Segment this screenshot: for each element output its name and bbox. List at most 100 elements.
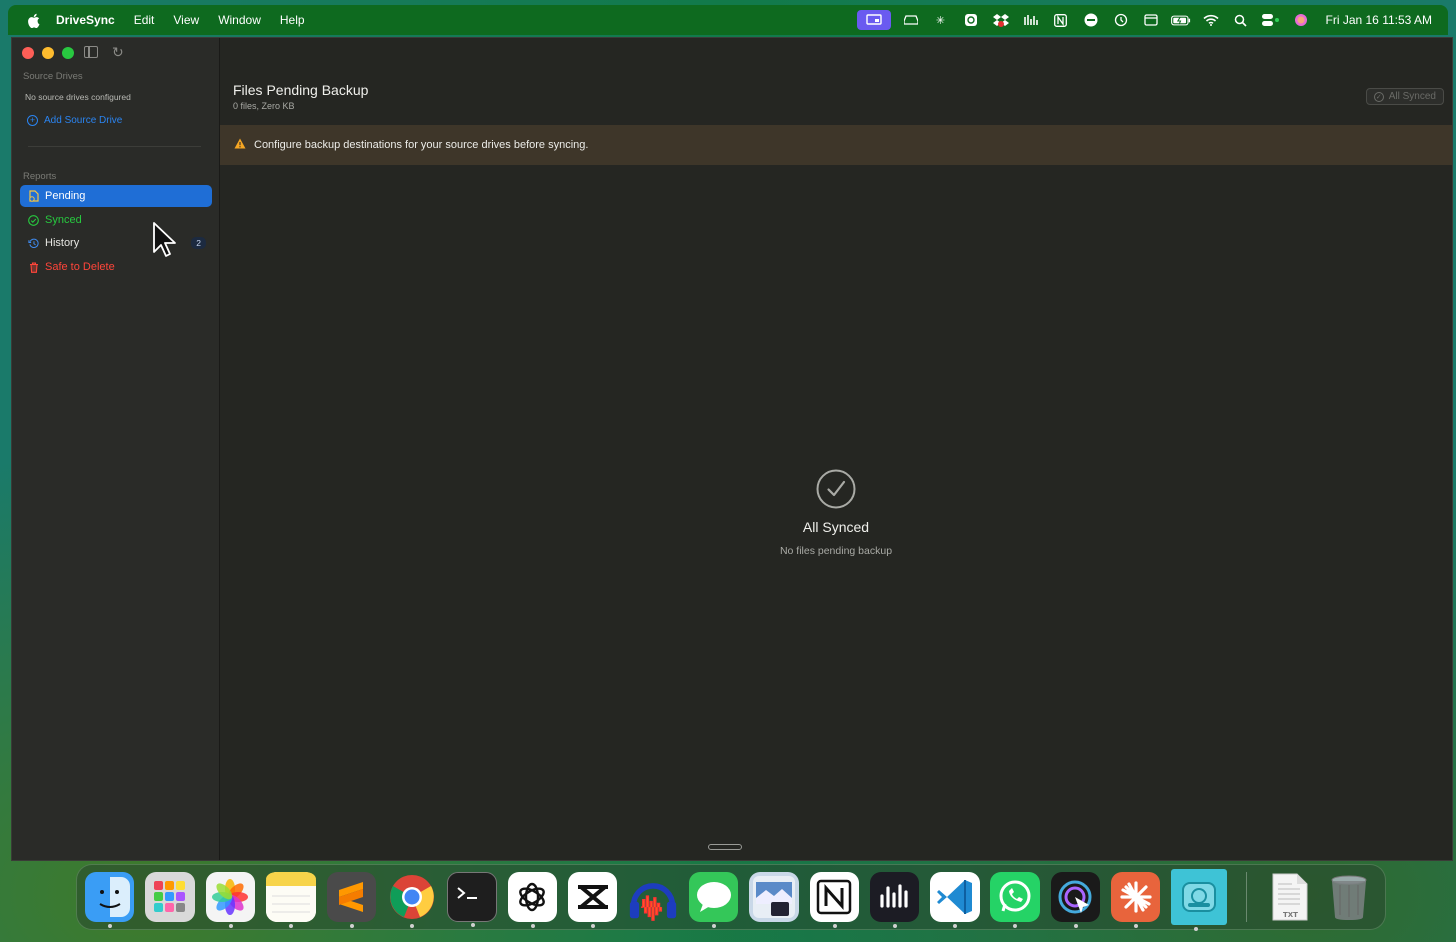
finder-app-icon[interactable]: [85, 872, 135, 928]
empty-state-title: All Synced: [802, 519, 870, 535]
warning-text: Configure backup destinations for your s…: [254, 139, 589, 151]
running-indicator: [892, 924, 897, 928]
dock-separator: [1245, 872, 1247, 922]
sublime-text-app-icon[interactable]: [326, 872, 377, 928]
all-synced-button-label: All Synced: [1388, 91, 1436, 102]
sidebar-item-label: History: [45, 237, 80, 249]
chrome-app-icon[interactable]: [387, 872, 436, 928]
view-menu[interactable]: View: [173, 13, 199, 27]
help-menu[interactable]: Help: [280, 13, 305, 27]
menu-bar: DriveSync Edit View Window Help ✳ Fri Ja…: [8, 5, 1448, 35]
control-center-icon[interactable]: [1261, 12, 1281, 28]
app-menu[interactable]: DriveSync: [56, 13, 115, 27]
drivesync-app-icon[interactable]: [1171, 869, 1227, 931]
running-indicator: [1073, 924, 1078, 928]
running-indicator: [108, 924, 112, 928]
capcut-app-icon[interactable]: [567, 872, 618, 928]
battery-icon[interactable]: [1170, 12, 1191, 28]
menubar-clock[interactable]: Fri Jan 16 11:53 AM: [1326, 13, 1433, 27]
siri-icon[interactable]: [1291, 12, 1311, 28]
audio-bars-icon[interactable]: [1021, 12, 1041, 28]
running-indicator: [712, 924, 717, 928]
terminal-app-icon[interactable]: [447, 872, 497, 927]
trash-icon: [28, 261, 39, 273]
empty-state-subtitle: No files pending backup: [779, 545, 893, 557]
app-window: ↻ Source Drives No source drives configu…: [11, 37, 1453, 861]
minimize-window-button[interactable]: [42, 47, 54, 59]
refresh-icon[interactable]: ↻: [112, 44, 124, 61]
file-type-label: TXT: [1283, 911, 1298, 919]
running-indicator: [228, 924, 233, 928]
txt-file-icon[interactable]: TXT: [1264, 872, 1313, 922]
notes-app-icon[interactable]: [265, 872, 316, 928]
close-window-button[interactable]: [22, 47, 34, 59]
messages-app-icon[interactable]: [689, 872, 739, 928]
sidebar-item-label: Synced: [45, 214, 82, 226]
window-controls: [22, 47, 74, 59]
apple-menu-icon[interactable]: [26, 13, 40, 28]
check-circle-icon: [816, 469, 856, 509]
window-menu[interactable]: Window: [218, 13, 261, 27]
wifi-icon[interactable]: [1201, 12, 1221, 28]
running-indicator: [349, 924, 354, 928]
audacity-app-icon[interactable]: [628, 872, 678, 922]
history-icon: [28, 238, 39, 249]
page-title: Files Pending Backup: [233, 82, 369, 98]
zoom-window-button[interactable]: [62, 47, 74, 59]
running-indicator: [590, 924, 595, 928]
sidebar-item-synced[interactable]: Synced: [20, 209, 212, 231]
vscode-app-icon[interactable]: [930, 872, 980, 928]
running-indicator: [953, 924, 958, 928]
dropbox-icon[interactable]: [991, 12, 1011, 28]
running-indicator: [288, 924, 293, 928]
sidebar-divider: [28, 146, 201, 147]
check-circle-icon: ✓: [1373, 91, 1384, 102]
section-title-reports: Reports: [23, 171, 57, 182]
screen-mirror-icon[interactable]: [856, 10, 891, 30]
sidebar-item-history[interactable]: History 2: [20, 232, 212, 254]
search-icon[interactable]: [1231, 12, 1251, 28]
voice-memos-app-icon[interactable]: [869, 872, 920, 928]
running-indicator: [832, 924, 837, 928]
launchpad-app-icon[interactable]: [145, 872, 195, 922]
trash-app-icon[interactable]: [1325, 872, 1374, 922]
preview-app-icon[interactable]: [749, 872, 799, 922]
sidebar: ↻ Source Drives No source drives configu…: [12, 38, 220, 860]
sidebar-item-safe-to-delete[interactable]: Safe to Delete: [20, 256, 212, 278]
running-indicator: [530, 924, 535, 928]
page-subtitle: 0 files, Zero KB: [233, 101, 295, 111]
notion-app-icon[interactable]: [809, 872, 859, 928]
warning-banner: Configure backup destinations for your s…: [220, 125, 1452, 165]
mouse-cursor-icon: [152, 222, 176, 258]
asterisk-icon[interactable]: ✳: [931, 12, 951, 28]
claude-app-icon[interactable]: [1111, 872, 1161, 928]
section-title-source-drives: Source Drives: [23, 71, 83, 82]
time-machine-icon[interactable]: [1111, 12, 1131, 28]
running-indicator: [1013, 924, 1018, 928]
sidebar-toggle-icon[interactable]: [84, 46, 98, 58]
chatgpt-app-icon[interactable]: [507, 872, 557, 928]
whatsapp-app-icon[interactable]: [990, 872, 1040, 928]
empty-state: All Synced No files pending backup: [220, 469, 1452, 557]
content-header: Files Pending Backup 0 files, Zero KB ✓ …: [220, 38, 1452, 125]
edit-menu[interactable]: Edit: [134, 13, 155, 27]
notion-icon[interactable]: [1051, 12, 1071, 28]
sidebar-item-label: Safe to Delete: [45, 261, 115, 273]
pending-icon: [28, 190, 39, 202]
all-synced-button[interactable]: ✓ All Synced: [1365, 88, 1444, 105]
display-icon[interactable]: [1141, 12, 1161, 28]
running-indicator: [1134, 924, 1139, 928]
resize-grabber[interactable]: [708, 844, 742, 850]
drive-icon[interactable]: [901, 12, 921, 28]
history-count-badge: 2: [191, 237, 206, 249]
plus-circle-icon: +: [27, 115, 38, 126]
photos-app-icon[interactable]: [205, 872, 255, 928]
screen-studio-app-icon[interactable]: [1050, 872, 1101, 928]
add-source-drive-button[interactable]: + Add Source Drive: [27, 115, 122, 126]
stop-icon[interactable]: [1081, 12, 1101, 28]
warning-triangle-icon: [234, 138, 246, 152]
main-content: Files Pending Backup 0 files, Zero KB ✓ …: [220, 38, 1452, 860]
running-indicator: [471, 923, 476, 927]
chatgpt-icon[interactable]: [961, 12, 981, 28]
sidebar-item-pending[interactable]: Pending: [20, 185, 212, 207]
